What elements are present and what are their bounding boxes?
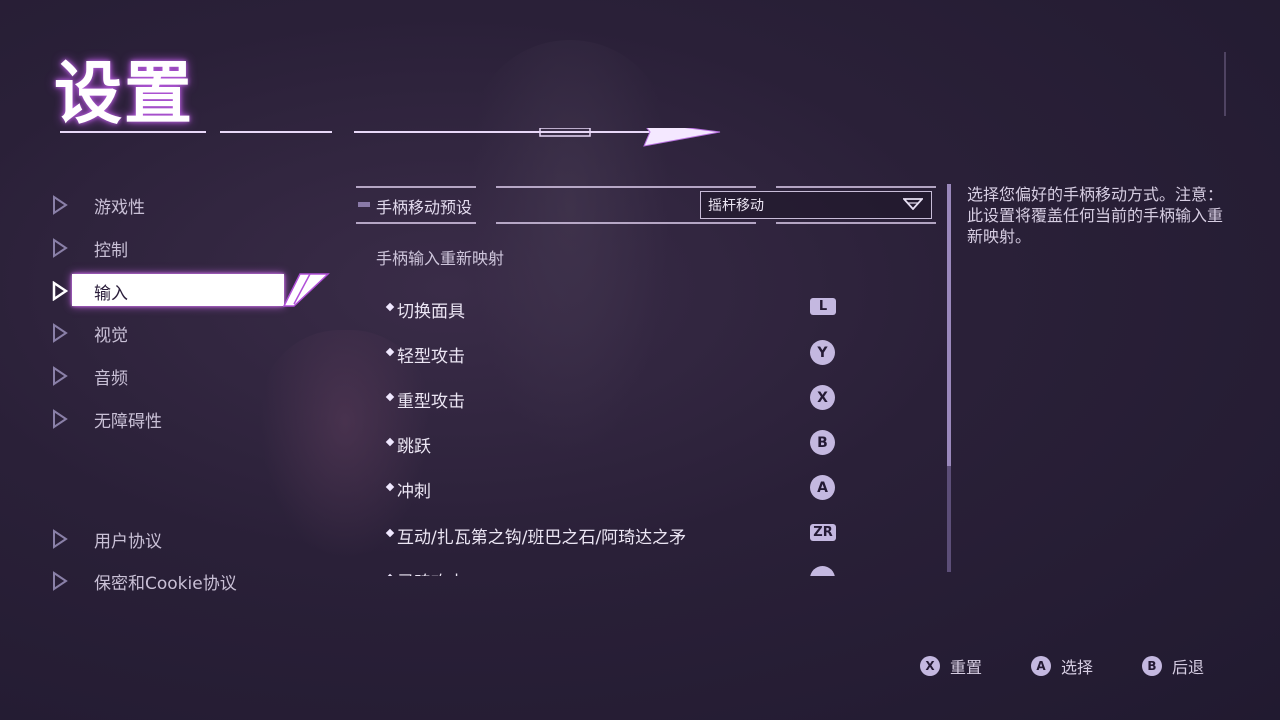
zr-button-icon[interactable]: ZR	[810, 524, 836, 541]
sidebar-item-label: 游戏性	[94, 197, 145, 218]
triangle-arrow-icon	[53, 571, 68, 591]
binding-label: 互动/扎瓦第之钩/班巴之石/阿琦达之矛	[397, 528, 687, 548]
b-button-icon[interactable]: B	[810, 430, 835, 455]
binding-label: 重型攻击	[397, 392, 465, 412]
binding-list[interactable]: 切换面具 L 轻型攻击 Y 重型攻击 X 跳跃 B 冲刺 A 互动/扎瓦第之钩/…	[356, 288, 936, 576]
binding-row-soul-attack[interactable]: 灵魂攻击	[356, 559, 916, 576]
binding-label: 切换面具	[397, 302, 465, 322]
binding-label: 跳跃	[397, 437, 431, 457]
diamond-bullet-icon	[385, 302, 395, 312]
a-button-icon[interactable]: A	[810, 475, 835, 500]
sidebar-item-label: 视觉	[94, 325, 128, 346]
title-underline-decoration	[60, 128, 721, 147]
sidebar-item-input[interactable]: 输入	[52, 273, 332, 307]
sidebar-item-accessibility[interactable]: 无障碍性	[52, 404, 332, 434]
sidebar-item-privacy-cookie[interactable]: 保密和Cookie协议	[52, 566, 332, 596]
hint-label: 重置	[950, 658, 983, 677]
binding-row-interact[interactable]: 互动/扎瓦第之钩/班巴之石/阿琦达之矛 ZR	[356, 514, 916, 558]
diamond-bullet-icon	[385, 482, 395, 492]
triangle-arrow-icon	[53, 409, 68, 429]
stick-button-icon[interactable]	[810, 566, 835, 576]
diamond-bullet-icon	[385, 347, 395, 357]
sidebar-item-gameplay[interactable]: 游戏性	[52, 190, 332, 220]
triangle-arrow-icon	[52, 281, 68, 301]
setting-description: 选择您偏好的手柄移动方式。注意：此设置将覆盖任何当前的手柄输入重新映射。	[967, 185, 1224, 246]
binding-row-heavy-attack[interactable]: 重型攻击 X	[356, 378, 916, 422]
sidebar-item-label: 保密和Cookie协议	[94, 573, 237, 594]
binding-row-light-attack[interactable]: 轻型攻击 Y	[356, 333, 916, 377]
reset-hint-button[interactable]: X 重置	[920, 654, 982, 678]
binding-label: 冲刺	[397, 482, 431, 502]
sidebar-item-label: 控制	[94, 240, 128, 261]
y-button-icon[interactable]: Y	[810, 340, 835, 365]
x-button-icon: X	[920, 656, 940, 676]
remap-section-header: 手柄输入重新映射	[376, 249, 505, 268]
sidebar-item-visual[interactable]: 视觉	[52, 318, 332, 348]
binding-row-jump[interactable]: 跳跃 B	[356, 423, 916, 467]
sidebar-item-user-agreement[interactable]: 用户协议	[52, 524, 332, 554]
movement-preset-dropdown[interactable]: 摇杆移动	[700, 191, 932, 219]
binding-label: 灵魂攻击	[397, 568, 465, 576]
triangle-arrow-icon	[53, 323, 68, 343]
page-title: 设置	[54, 55, 195, 134]
corner-decoration	[1208, 52, 1226, 116]
triangle-arrow-icon	[53, 366, 68, 386]
dropdown-selected-value: 摇杆移动	[708, 198, 764, 214]
sidebar-item-audio[interactable]: 音频	[52, 361, 332, 391]
sidebar-item-label: 无障碍性	[94, 411, 162, 432]
sidebar-item-label: 用户协议	[94, 531, 162, 552]
preset-label: 手柄移动预设	[376, 198, 473, 217]
hint-label: 选择	[1061, 658, 1094, 677]
back-hint-button[interactable]: B 后退	[1142, 654, 1204, 678]
binding-row-toggle-mask[interactable]: 切换面具 L	[356, 288, 916, 332]
b-button-icon: B	[1142, 656, 1162, 676]
triangle-arrow-icon	[53, 529, 68, 549]
triangle-arrow-icon	[53, 195, 68, 215]
x-button-icon[interactable]: X	[810, 385, 835, 410]
diamond-bullet-icon	[385, 573, 395, 576]
diamond-bullet-icon	[385, 528, 395, 538]
diamond-bullet-icon	[385, 437, 395, 447]
scrollbar-thumb[interactable]	[947, 184, 951, 466]
triangle-arrow-icon	[53, 238, 68, 258]
binding-label: 轻型攻击	[397, 347, 465, 367]
select-hint-button[interactable]: A 选择	[1031, 654, 1093, 678]
sidebar-item-controls[interactable]: 控制	[52, 233, 332, 263]
sidebar-item-label: 音频	[94, 368, 128, 389]
highlight-slash-decoration	[282, 273, 330, 307]
diamond-bullet-icon	[385, 392, 395, 402]
binding-row-dash[interactable]: 冲刺 A	[356, 468, 916, 512]
sidebar-item-label: 输入	[94, 283, 128, 304]
controller-movement-preset-row[interactable]: 手柄移动预设 摇杆移动	[356, 186, 936, 224]
chevron-down-icon	[903, 198, 923, 210]
hint-label: 后退	[1172, 658, 1205, 677]
l-button-icon[interactable]: L	[810, 298, 836, 315]
a-button-icon: A	[1031, 656, 1051, 676]
